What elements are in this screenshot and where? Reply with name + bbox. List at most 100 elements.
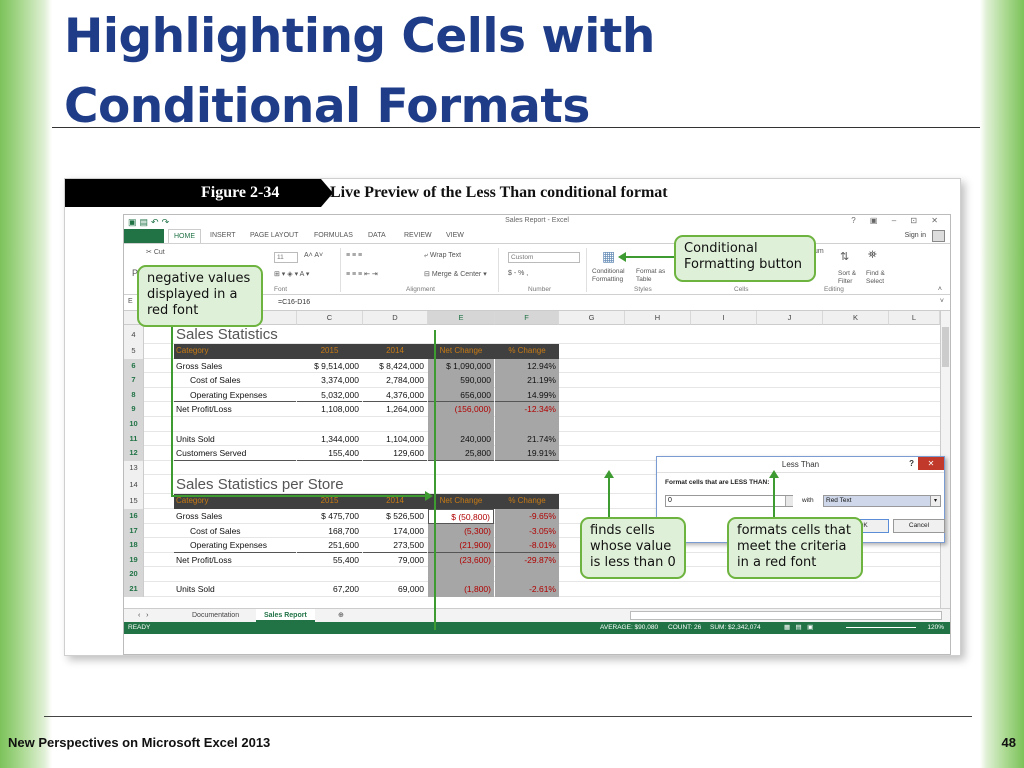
row-header[interactable]: 18 bbox=[124, 538, 144, 553]
row-header[interactable]: 9 bbox=[124, 402, 144, 417]
row-header[interactable]: 6 bbox=[124, 358, 144, 374]
cell-f9[interactable]: -12.34% bbox=[495, 402, 559, 417]
cell-f17[interactable]: -3.05% bbox=[495, 523, 559, 539]
cell-d16[interactable]: $ 526,500 bbox=[363, 509, 427, 524]
borders-icon[interactable]: ⊞ ▾ ◈ ▾ A ▾ bbox=[274, 270, 309, 278]
tab-insert[interactable]: INSERT bbox=[210, 232, 236, 239]
column-header-j[interactable]: J bbox=[757, 311, 823, 325]
cell-f16[interactable]: -9.65% bbox=[495, 509, 559, 524]
header-2014[interactable]: 2014 bbox=[363, 344, 427, 359]
horizontal-scrollbar[interactable] bbox=[630, 611, 942, 620]
cell-e9[interactable]: (156,000) bbox=[428, 402, 494, 417]
close-icon[interactable]: ✕ bbox=[918, 457, 944, 470]
row-header[interactable]: 12 bbox=[124, 446, 144, 461]
help-icon[interactable]: ? bbox=[909, 459, 914, 468]
font-size-input[interactable]: 11 bbox=[274, 252, 298, 263]
collapse-ribbon-icon[interactable]: ˄ bbox=[938, 286, 942, 293]
section-title[interactable]: Sales Statistics bbox=[176, 326, 278, 343]
row-header[interactable]: 7 bbox=[124, 373, 144, 388]
cell-e16-active[interactable]: $ (50,800) bbox=[428, 509, 494, 524]
cell-b7[interactable]: Cost of Sales bbox=[174, 373, 296, 388]
column-header-d[interactable]: D bbox=[363, 311, 428, 325]
cell-b8[interactable]: Operating Expenses bbox=[174, 388, 296, 403]
header-net-change[interactable]: Net Change bbox=[428, 344, 494, 359]
range-picker-icon[interactable] bbox=[785, 496, 793, 506]
cell-c19[interactable]: 55,400 bbox=[297, 553, 362, 568]
cut-button[interactable]: ✂ Cut bbox=[146, 248, 165, 256]
row-header[interactable]: 15 bbox=[124, 494, 144, 509]
sheet-tab-documentation[interactable]: Documentation bbox=[184, 609, 247, 622]
cell-f21[interactable]: -2.61% bbox=[495, 582, 559, 597]
cell-d9[interactable]: 1,264,000 bbox=[363, 402, 427, 417]
row-header[interactable]: 14 bbox=[124, 475, 144, 495]
merge-center-button[interactable]: ⊟ Merge & Center ▾ bbox=[424, 270, 487, 278]
cell-c9[interactable]: 1,108,000 bbox=[297, 402, 362, 417]
cell-b19[interactable]: Net Profit/Loss bbox=[174, 553, 296, 568]
row-header[interactable]: 13 bbox=[124, 460, 144, 476]
row-header[interactable]: 16 bbox=[124, 509, 144, 524]
sign-in-link[interactable]: Sign in bbox=[905, 232, 926, 239]
new-sheet-icon[interactable]: ⊕ bbox=[330, 609, 352, 622]
cell-c17[interactable]: 168,700 bbox=[297, 524, 362, 539]
column-header-k[interactable]: K bbox=[823, 311, 889, 325]
cell-e7[interactable]: 590,000 bbox=[428, 373, 494, 388]
cell-f7[interactable]: 21.19% bbox=[495, 373, 559, 388]
cell-f6[interactable]: 12.94% bbox=[495, 358, 559, 374]
cell-d6[interactable]: $ 8,424,000 bbox=[363, 359, 427, 374]
cell-c12[interactable]: 155,400 bbox=[297, 446, 362, 461]
number-format-select[interactable]: Custom bbox=[508, 252, 580, 263]
cell-c11[interactable]: 1,344,000 bbox=[297, 432, 362, 447]
cell-e11[interactable]: 240,000 bbox=[428, 431, 494, 447]
cell-e17[interactable]: (5,300) bbox=[428, 523, 494, 539]
cell-d19[interactable]: 79,000 bbox=[363, 553, 427, 568]
zoom-slider[interactable] bbox=[846, 627, 916, 628]
scrollbar-thumb[interactable] bbox=[942, 327, 949, 367]
cell-b9[interactable]: Net Profit/Loss bbox=[174, 402, 296, 417]
cell-f11[interactable]: 21.74% bbox=[495, 431, 559, 447]
view-mode-icons[interactable]: ▦ ▤ ▣ bbox=[784, 622, 813, 634]
window-controls[interactable]: ? ▣ – ⊡ ✕ bbox=[851, 216, 944, 225]
header-pct-change[interactable]: % Change bbox=[495, 344, 559, 359]
conditional-formatting-icon[interactable]: ▦ bbox=[602, 248, 615, 265]
row-header[interactable]: 10 bbox=[124, 417, 144, 432]
align-left-icon[interactable]: ≡ ≡ ≡ ⇤ ⇥ bbox=[346, 270, 378, 278]
column-header-h[interactable]: H bbox=[625, 311, 691, 325]
cell-f10[interactable] bbox=[495, 417, 559, 432]
cell-d18[interactable]: 273,500 bbox=[363, 538, 427, 553]
tab-file[interactable] bbox=[124, 229, 164, 243]
header-net-change[interactable]: Net Change bbox=[428, 494, 494, 509]
currency-format-button[interactable]: $ - % , bbox=[508, 270, 528, 277]
column-header-e[interactable]: E bbox=[428, 311, 495, 325]
chevron-down-icon[interactable]: ▾ bbox=[930, 496, 940, 506]
cell-f8[interactable]: 14.99% bbox=[495, 387, 559, 403]
cell-f19[interactable]: -29.87% bbox=[495, 552, 559, 568]
cell-d8[interactable]: 4,376,000 bbox=[363, 388, 427, 403]
section-title[interactable]: Sales Statistics per Store bbox=[176, 476, 344, 493]
row-header[interactable]: 20 bbox=[124, 567, 144, 582]
row-header[interactable]: 19 bbox=[124, 552, 144, 568]
cell-d12[interactable]: 129,600 bbox=[363, 446, 427, 461]
grow-font-icon[interactable]: A˄ A˅ bbox=[304, 252, 323, 259]
formula-input[interactable]: =C16-D16 bbox=[274, 297, 934, 309]
cell-d17[interactable]: 174,000 bbox=[363, 524, 427, 539]
cell-b17[interactable]: Cost of Sales bbox=[174, 524, 296, 539]
cell-b11[interactable]: Units Sold bbox=[174, 432, 296, 447]
cell-f12[interactable]: 19.91% bbox=[495, 446, 559, 461]
avatar[interactable] bbox=[932, 230, 945, 242]
cell-e10[interactable] bbox=[428, 417, 494, 432]
tab-page-layout[interactable]: PAGE LAYOUT bbox=[250, 232, 298, 239]
cancel-button[interactable]: Cancel bbox=[893, 519, 945, 533]
column-header-l[interactable]: L bbox=[889, 311, 940, 325]
cell-b18[interactable]: Operating Expenses bbox=[174, 538, 296, 553]
tab-home[interactable]: HOME bbox=[168, 229, 201, 243]
cell-b12[interactable]: Customers Served bbox=[174, 446, 296, 461]
cell-e21[interactable]: (1,800) bbox=[428, 582, 494, 597]
cell-b21[interactable]: Units Sold bbox=[174, 582, 296, 597]
row-header[interactable]: 21 bbox=[124, 582, 144, 597]
format-select[interactable]: Red Text ▾ bbox=[823, 495, 941, 507]
wrap-text-button[interactable]: ⤶ Wrap Text bbox=[424, 252, 461, 260]
cell-f18[interactable]: -8.01% bbox=[495, 538, 559, 553]
cell-d7[interactable]: 2,784,000 bbox=[363, 373, 427, 388]
cell-d11[interactable]: 1,104,000 bbox=[363, 432, 427, 447]
cell-c7[interactable]: 3,374,000 bbox=[297, 373, 362, 388]
